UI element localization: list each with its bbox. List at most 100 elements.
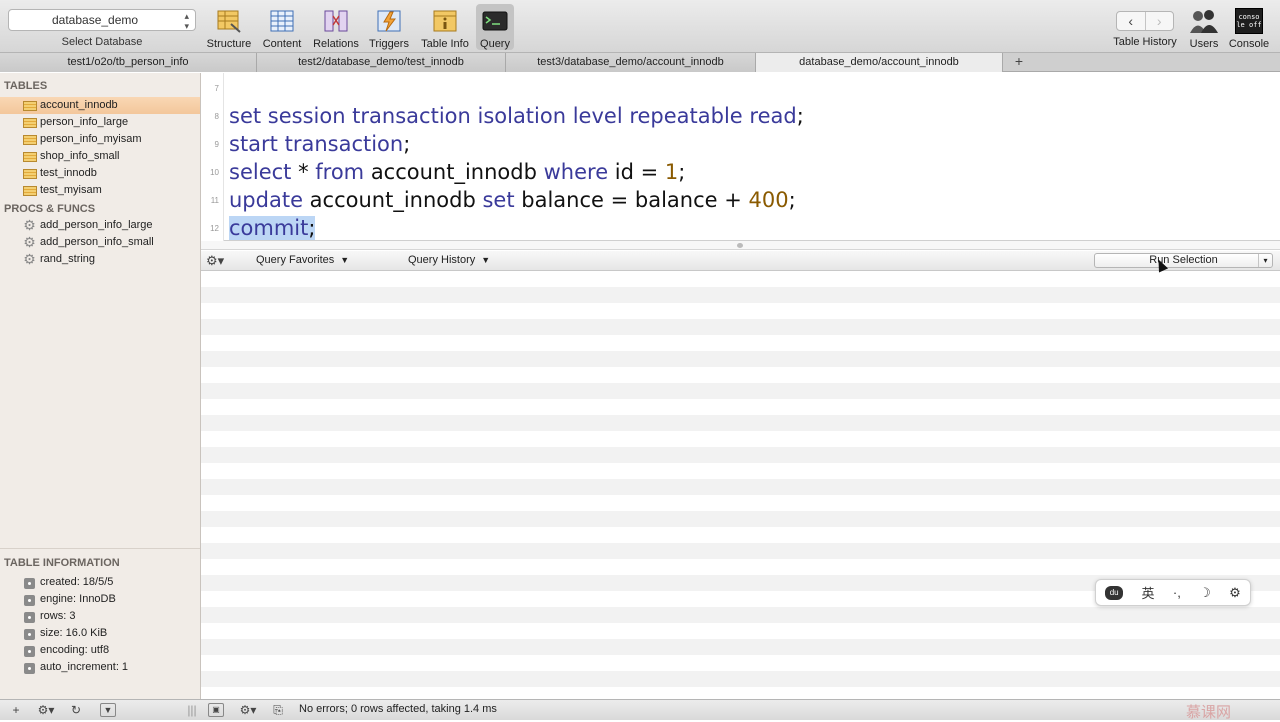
tab-test3-account-innodb[interactable]: test3/database_demo/account_innodb [506,53,756,72]
refresh-icon[interactable]: ↻ [68,702,84,718]
info-label: auto_increment: 1 [40,661,129,673]
info-label: created: 18/5/5 [40,576,114,588]
filter-toggle-icon[interactable]: ▼ [100,703,116,717]
database-select-caption: Select Database [61,36,143,48]
info-created: created: 18/5/5 [0,574,200,591]
content-label: Content [262,38,302,50]
info-bullet-icon [24,595,35,606]
history-back-button[interactable]: ‹ [1117,12,1145,30]
sidebar-item-account-innodb[interactable]: account_innodb [0,97,200,114]
sidebar-item-shop-info-small[interactable]: shop_info_small [0,148,200,165]
status-bar: + ⚙▾ ↻ ▼ ||| ▣ ⚙▾ ⎘ No errors; 0 rows af… [0,699,1280,721]
query-icon [482,11,508,31]
sidebar-item-test-innodb[interactable]: test_innodb [0,165,200,182]
sql-keyword: set [482,188,515,212]
query-favorites-dropdown[interactable]: Query Favorites ▼ [256,254,349,266]
results-table[interactable] [201,271,1280,699]
query-history-dropdown[interactable]: Query History ▼ [408,254,490,266]
sql-text: * [291,160,316,184]
history-forward-button[interactable]: › [1144,12,1174,30]
ime-punctuation-toggle[interactable]: ·, [1173,585,1181,600]
watermark-logo: 慕课网 [1186,704,1232,721]
sidebar-item-rand-string[interactable]: ⚙ rand_string [0,251,200,268]
sql-text: ; [403,132,411,156]
sidebar-item-add-person-info-small[interactable]: ⚙ add_person_info_small [0,234,200,251]
query-options-gear-icon[interactable]: ⚙▾ [206,253,224,269]
run-options-chevron-icon[interactable]: ▾ [1258,254,1272,267]
code-line-9: start transaction; [229,130,410,158]
sql-text: account_innodb [364,160,544,184]
triggers-button[interactable]: Triggers [366,4,412,50]
table-icon [23,186,37,196]
sidebar-item-add-person-info-large[interactable]: ⚙ add_person_info_large [0,217,200,234]
line-number-gutter: 7 8 9 10 11 12 [201,73,224,241]
input-method-toolbar: du 英 ·, ☽ ⚙ [1095,579,1251,606]
run-selection-button[interactable]: Run Selection ▾ [1094,253,1273,268]
tab-tb-person-info[interactable]: test1/o2o/tb_person_info [0,53,257,72]
table-info-button[interactable]: Table Info [417,4,473,50]
status-message: No errors; 0 rows affected, taking 1.4 m… [299,703,497,715]
procs-heading: PROCS & FUNCS [4,203,96,215]
code-line-12: commit; [229,214,316,242]
content-icon [270,10,294,32]
resize-grip-icon[interactable]: ||| [186,702,198,718]
sql-text: ; [788,188,796,212]
users-button[interactable]: Users [1186,4,1222,50]
procedure-gear-icon: ⚙ [23,234,36,250]
sidebar-item-person-info-large[interactable]: person_info_large [0,114,200,131]
content-button[interactable]: Content [260,4,304,50]
table-icon [23,101,37,111]
sql-text: ; [796,104,804,128]
console-button[interactable]: conso le off Console [1226,4,1272,50]
line-number: 9 [214,140,219,149]
triggers-icon [377,10,401,32]
sidebar-divider [0,548,200,549]
sql-editor[interactable]: 7 8 9 10 11 12 set session transaction i… [201,73,1280,241]
query-label: Query [480,38,510,50]
structure-button[interactable]: Structure [204,4,254,50]
console-label: Console [1228,38,1270,50]
table-actions-gear-icon[interactable]: ⚙▾ [34,702,58,718]
ime-settings-icon[interactable]: ⚙ [1229,585,1241,601]
sidebar-item-label: shop_info_small [40,150,120,162]
table-icon [23,135,37,145]
sidebar-item-label: account_innodb [40,99,118,111]
info-label: engine: InnoDB [40,593,116,605]
table-icon [23,118,37,128]
sidebar-item-label: rand_string [40,253,96,265]
add-table-button[interactable]: + [8,702,24,718]
info-bullet-icon [24,663,35,674]
info-encoding: encoding: utf8 [0,642,200,659]
table-info-label: Table Info [421,38,469,50]
sidebar-item-person-info-myisam[interactable]: person_info_myisam [0,131,200,148]
sidebar-item-test-myisam[interactable]: test_myisam [0,182,200,199]
sql-keyword: commit [229,216,309,240]
results-gear-icon[interactable]: ⚙▾ [236,702,260,718]
code-line-10: select * from account_innodb where id = … [229,158,685,186]
table-information-heading: TABLE INFORMATION [4,557,120,569]
export-icon[interactable]: ⎘ [270,702,286,718]
line-number: 12 [210,224,219,233]
ime-logo-icon[interactable]: du [1105,585,1124,600]
database-select[interactable]: database_demo ▴ ▾ [8,9,196,31]
sql-keyword: set session transaction isolation level … [229,104,797,128]
toggle-panel-icon[interactable]: ▣ [208,703,224,717]
splitter-handle-icon [737,243,743,248]
main-toolbar: database_demo ▴ ▾ Select Database Structu… [0,0,1280,53]
ime-moon-icon[interactable]: ☽ [1199,585,1211,601]
code-line-11: update account_innodb set balance = bala… [229,186,796,214]
info-size: size: 16.0 KiB [0,625,200,642]
chevron-down-icon: ▼ [481,255,491,265]
add-tab-button[interactable]: + [1008,53,1030,72]
tab-account-innodb[interactable]: database_demo/account_innodb [756,53,1003,72]
editor-results-splitter[interactable] [201,241,1280,250]
tab-test-innodb[interactable]: test2/database_demo/test_innodb [257,53,506,72]
line-number: 11 [210,196,219,205]
sidebar-item-label: add_person_info_large [40,219,153,231]
query-button[interactable]: Query [476,4,514,50]
relations-button[interactable]: Relations [310,4,362,50]
select-arrows-icon: ▴ ▾ [184,11,189,31]
ime-language-toggle[interactable]: 英 [1142,583,1155,602]
function-gear-icon: ⚙ [23,251,36,267]
code-line-8: set session transaction isolation level … [229,102,804,130]
